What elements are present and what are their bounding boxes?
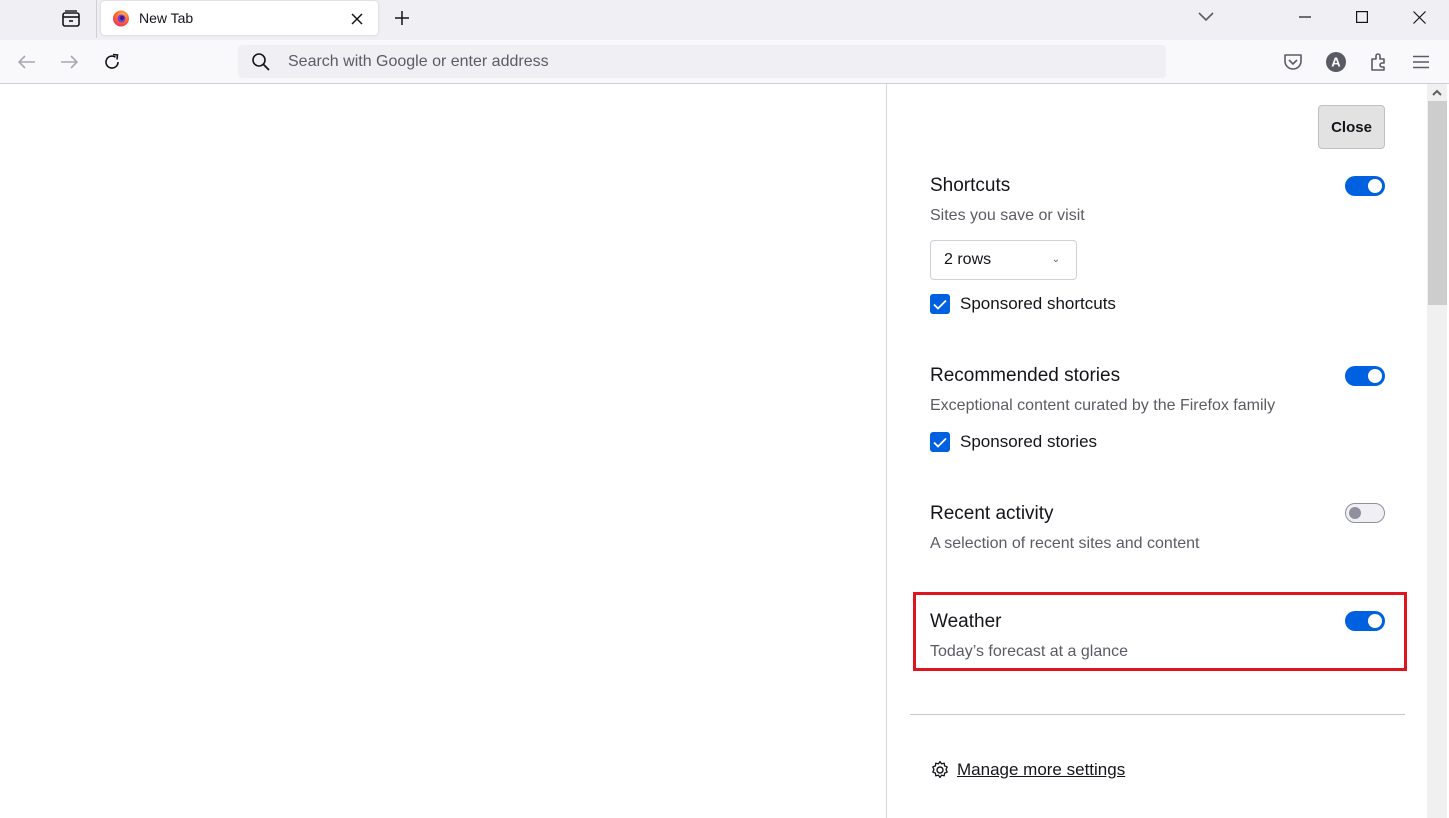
section-recommended-stories: Recommended stories Exceptional content … <box>930 362 1385 462</box>
scroll-up-button[interactable] <box>1427 84 1447 101</box>
toggle-knob <box>1368 369 1382 383</box>
forward-button[interactable] <box>55 48 83 76</box>
gear-icon <box>932 760 948 779</box>
arrow-left-icon <box>18 55 35 69</box>
toggle-knob <box>1368 179 1382 193</box>
recommended-stories-toggle[interactable] <box>1345 366 1385 386</box>
sponsored-stories-checkbox[interactable] <box>930 432 950 452</box>
toggle-knob <box>1368 614 1382 628</box>
sponsored-stories-checkbox-row[interactable]: Sponsored stories <box>930 432 1097 452</box>
arrow-right-icon <box>61 55 78 69</box>
account-avatar-icon: A <box>1326 52 1346 72</box>
reload-button[interactable] <box>98 48 126 76</box>
extensions-button[interactable] <box>1365 48 1393 76</box>
customize-panel: Close Shortcuts Sites you save or visit … <box>886 84 1427 818</box>
minimize-icon <box>1299 16 1311 18</box>
tab-separator <box>96 0 97 38</box>
section-description: Sites you save or visit <box>930 207 1085 224</box>
section-description: Exceptional content curated by the Firef… <box>930 397 1276 414</box>
navigation-toolbar: A <box>0 40 1449 84</box>
app-menu-button[interactable] <box>1407 48 1435 76</box>
sponsored-shortcuts-checkbox[interactable] <box>930 294 950 314</box>
pocket-button[interactable] <box>1279 48 1307 76</box>
address-bar[interactable] <box>238 45 1166 78</box>
list-all-tabs-button[interactable] <box>1194 6 1218 28</box>
account-button[interactable]: A <box>1322 48 1350 76</box>
tab-new-tab[interactable]: New Tab <box>101 1 378 35</box>
checkbox-label: Sponsored stories <box>960 432 1098 451</box>
divider <box>910 714 1405 715</box>
select-value: 2 rows <box>944 251 992 268</box>
minimize-button[interactable] <box>1282 0 1328 34</box>
weather-toggle[interactable] <box>1345 611 1385 631</box>
scrollbar-thumb[interactable] <box>1428 101 1447 305</box>
toggle-knob <box>1349 507 1361 519</box>
folder-tab-icon <box>62 10 80 27</box>
section-recent-activity: Recent activity A selection of recent si… <box>930 500 1385 560</box>
checkmark-icon <box>933 437 947 448</box>
section-title: Shortcuts <box>930 175 1011 196</box>
firefox-view-button[interactable] <box>56 4 86 34</box>
pocket-icon <box>1284 54 1302 70</box>
maximize-button[interactable] <box>1339 0 1385 34</box>
manage-more-settings-link[interactable]: Manage more settings <box>930 760 1125 780</box>
close-panel-button[interactable]: Close <box>1318 105 1385 149</box>
section-description: Today’s forecast at a glance <box>930 643 1129 660</box>
new-tab-button[interactable] <box>390 6 414 30</box>
chevron-down-icon <box>1198 12 1214 22</box>
close-icon <box>1412 10 1426 24</box>
close-icon <box>351 13 363 25</box>
section-title: Recommended stories <box>930 365 1121 386</box>
hamburger-menu-icon <box>1413 55 1429 69</box>
tab-close-button[interactable] <box>346 8 368 30</box>
close-window-button[interactable] <box>1396 0 1442 34</box>
section-title: Weather <box>930 611 1002 632</box>
section-description: A selection of recent sites and content <box>930 535 1200 552</box>
puzzle-icon <box>1371 53 1385 71</box>
sponsored-shortcuts-checkbox-row[interactable]: Sponsored shortcuts <box>930 294 1116 314</box>
reload-icon <box>105 53 119 69</box>
manage-more-settings-label[interactable]: Manage more settings <box>957 760 1125 780</box>
section-title: Recent activity <box>930 503 1054 524</box>
back-button[interactable] <box>13 48 41 76</box>
section-shortcuts: Shortcuts Sites you save or visit 2 rows… <box>930 172 1385 322</box>
panel-scrollbar[interactable] <box>1427 84 1447 818</box>
new-tab-page: Close Shortcuts Sites you save or visit … <box>0 84 1449 818</box>
checkmark-icon <box>933 299 947 310</box>
search-icon <box>252 53 270 71</box>
chevron-up-icon <box>1432 89 1442 96</box>
account-initial: A <box>1331 55 1341 70</box>
tab-title: New Tab <box>139 10 194 26</box>
chevron-down-icon: ⌄ <box>1051 254 1060 265</box>
shortcuts-toggle[interactable] <box>1345 176 1385 196</box>
shortcut-rows-select[interactable]: 2 rows ⌄ <box>930 240 1077 280</box>
checkbox-label: Sponsored shortcuts <box>960 294 1116 313</box>
address-input[interactable] <box>288 45 1148 78</box>
maximize-icon <box>1356 11 1368 23</box>
firefox-logo-icon <box>113 10 129 27</box>
plus-icon <box>395 11 409 25</box>
title-bar: New Tab <box>0 0 1449 40</box>
recent-activity-toggle[interactable] <box>1345 503 1385 523</box>
section-weather: Weather Today’s forecast at a glance <box>930 608 1385 668</box>
